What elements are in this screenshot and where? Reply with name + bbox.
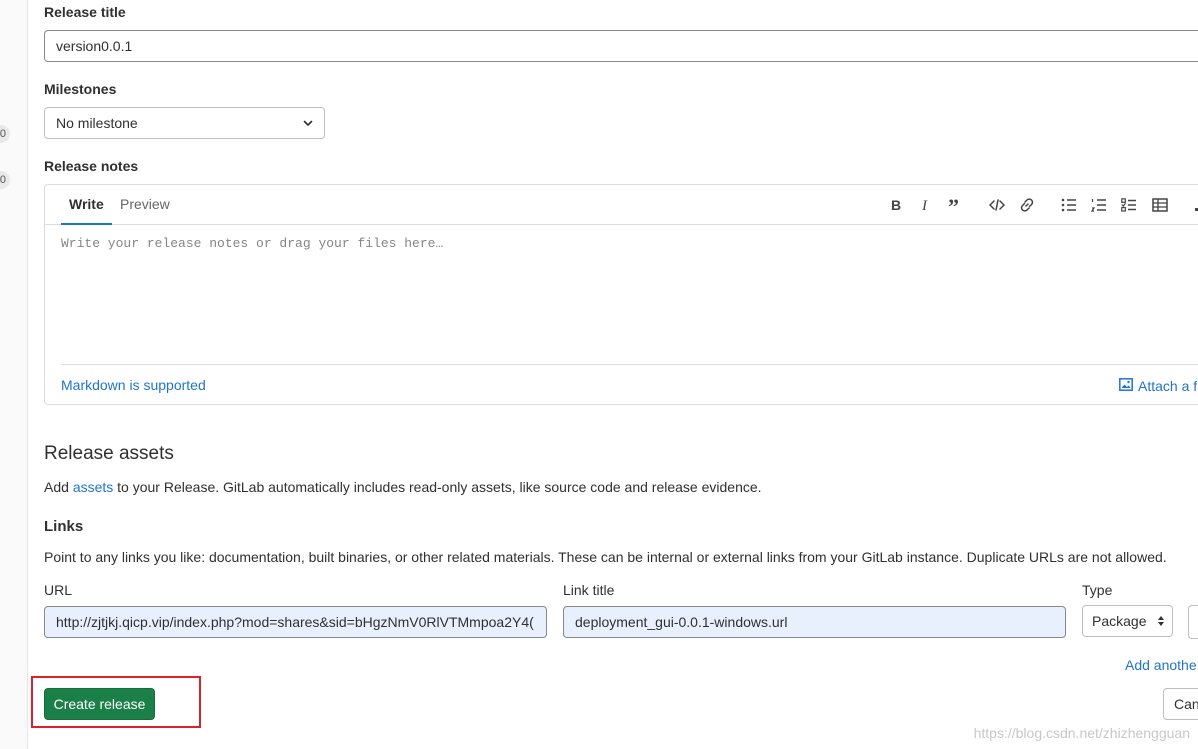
release-title-input[interactable]: version0.0.1	[44, 30, 1198, 62]
milestone-dropdown[interactable]: No milestone	[44, 107, 325, 139]
italic-icon[interactable]: I	[915, 194, 937, 216]
quote-icon[interactable]: ”	[945, 194, 967, 216]
attach-file-button[interactable]: Attach a f	[1119, 378, 1197, 394]
watermark-text: https://blog.csdn.net/zhizhengguan	[973, 725, 1190, 741]
release-title-label: Release title	[44, 4, 126, 20]
tab-write[interactable]: Write	[61, 185, 112, 225]
assets-help-link[interactable]: assets	[73, 479, 113, 495]
release-notes-textarea[interactable]: Write your release notes or drag your fi…	[61, 236, 443, 251]
sidebar-count-badge: 0	[0, 125, 10, 143]
code-icon[interactable]	[986, 194, 1008, 216]
milestones-label: Milestones	[44, 81, 117, 97]
svg-text:I: I	[921, 198, 928, 212]
create-release-button[interactable]: Create release	[44, 688, 155, 720]
release-assets-heading: Release assets	[44, 443, 174, 464]
links-description: Point to any links you like: documentati…	[44, 549, 1167, 565]
url-label: URL	[44, 582, 73, 598]
link-type-label: Type	[1082, 582, 1113, 598]
bold-icon[interactable]: B	[885, 194, 907, 216]
cancel-button[interactable]: Can	[1163, 688, 1198, 720]
table-icon[interactable]	[1149, 194, 1171, 216]
release-form: Release title version0.0.1 Milestones No…	[31, 0, 1198, 749]
link-url-input[interactable]: http://zjtjkj.qicp.vip/index.php?mod=sha…	[44, 606, 547, 638]
link-title-input[interactable]: deployment_gui-0.0.1-windows.url	[563, 606, 1066, 638]
release-assets-description: Add assets to your Release. GitLab autom…	[44, 479, 762, 495]
milestone-selected-value: No milestone	[56, 115, 138, 131]
svg-text:”: ”	[948, 198, 959, 212]
release-notes-editor: Write Preview B I ” Write your release n…	[44, 184, 1198, 405]
link-type-select[interactable]: Package	[1082, 605, 1173, 637]
assets-desc-start: Add	[44, 479, 73, 495]
editor-tab-bar: Write Preview B I ”	[45, 185, 1198, 225]
svg-text:B: B	[891, 198, 901, 212]
sort-updown-icon	[1157, 606, 1165, 636]
markdown-supported-link[interactable]: Markdown is supported	[61, 377, 206, 393]
link-icon[interactable]	[1016, 194, 1038, 216]
tab-preview[interactable]: Preview	[120, 185, 170, 225]
left-sidebar: 0 0	[0, 0, 28, 749]
remove-link-button[interactable]	[1188, 605, 1198, 639]
task-list-icon[interactable]	[1118, 194, 1140, 216]
numbered-list-icon[interactable]	[1088, 194, 1110, 216]
link-type-value: Package	[1092, 613, 1147, 629]
bullet-list-icon[interactable]	[1058, 194, 1080, 216]
links-heading: Links	[44, 518, 84, 535]
release-notes-label: Release notes	[44, 158, 139, 174]
chevron-down-icon	[302, 108, 314, 138]
sidebar-count-badge: 0	[0, 171, 10, 189]
assets-desc-end: to your Release. GitLab automatically in…	[113, 479, 762, 495]
attach-file-label: Attach a f	[1138, 378, 1198, 394]
image-icon	[1119, 378, 1133, 394]
fullscreen-icon[interactable]	[1185, 194, 1198, 216]
link-title-label: Link title	[563, 582, 615, 598]
add-another-link[interactable]: Add anothe	[1125, 657, 1197, 673]
editor-footer-divider	[61, 364, 1198, 365]
